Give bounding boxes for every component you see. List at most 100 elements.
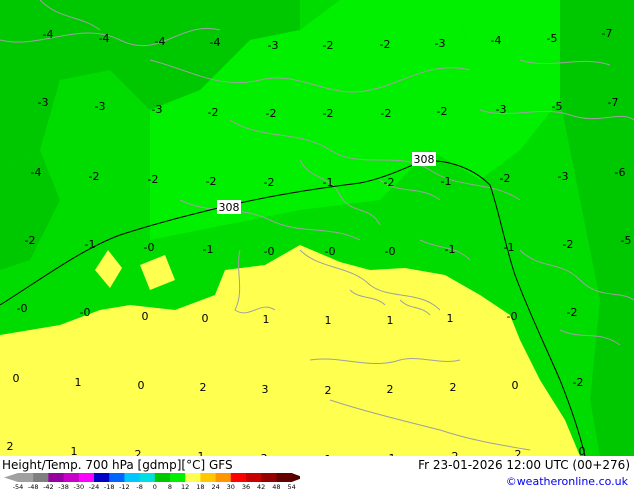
temp-label: -2 <box>264 176 275 189</box>
colorbar-tick-label: 54 <box>287 483 295 490</box>
temp-label: -0 <box>144 241 155 254</box>
colorbar-tick-label: 30 <box>227 483 235 490</box>
temp-label: -2 <box>500 172 511 185</box>
contour-label-1: 308 <box>219 201 240 214</box>
temp-label: -1 <box>85 238 96 251</box>
temp-label: -0 <box>80 306 91 319</box>
colorbar-swatch <box>124 473 141 482</box>
colorbar-tick-label: -30 <box>73 483 84 490</box>
temp-label: -2 <box>380 38 391 51</box>
temp-label: -4 <box>43 28 54 41</box>
colorbar-swatch <box>63 473 80 482</box>
temp-label: -2 <box>384 176 395 189</box>
temp-label: -2 <box>25 234 36 247</box>
contour-label-2: 308 <box>414 153 435 166</box>
colorbar-tick-label: -8 <box>136 483 142 490</box>
temp-label: -5 <box>621 234 632 247</box>
temp-label: -3 <box>496 103 507 116</box>
colorbar-swatch <box>230 473 247 482</box>
colorbar-tick-label: -48 <box>28 483 39 490</box>
temp-label: -3 <box>95 100 106 113</box>
colorbar-arrow-right <box>291 473 300 482</box>
colorbar-tick-label: -12 <box>119 483 130 490</box>
temp-label: 2 <box>200 381 207 394</box>
colorbar-tick-label: -18 <box>104 483 115 490</box>
colorbar-tick-label: -38 <box>58 483 69 490</box>
colorbar-tick-label: 18 <box>196 483 204 490</box>
credit-link[interactable]: ©weatheronline.co.uk <box>506 475 628 488</box>
temp-label: 2 <box>387 383 394 396</box>
temp-label: -2 <box>323 39 334 52</box>
colorbar-swatch <box>246 473 262 482</box>
colorbar-swatch <box>139 473 156 482</box>
temp-label: -5 <box>552 100 563 113</box>
temp-label: -4 <box>491 34 502 47</box>
temp-label: -0 <box>325 245 336 258</box>
temp-label: 1 <box>71 445 78 456</box>
footer-bar: Height/Temp. 700 hPa [gdmp][°C] GFS Fr 2… <box>0 456 634 490</box>
temp-label: -3 <box>435 37 446 50</box>
temp-label: -1 <box>441 175 452 188</box>
temp-label: -0 <box>264 245 275 258</box>
temp-label: 1 <box>325 314 332 327</box>
temp-label: -0 <box>385 245 396 258</box>
colorbar-swatch <box>18 473 34 482</box>
temp-label: 2 <box>325 384 332 397</box>
map-title: Height/Temp. 700 hPa [gdmp][°C] GFS <box>2 458 233 472</box>
colorbar-tick-label: -42 <box>43 483 54 490</box>
colorbar-swatch <box>276 473 293 482</box>
temp-label: -5 <box>547 32 558 45</box>
colorbar-swatch <box>78 473 95 482</box>
temp-label: 0 <box>202 312 209 325</box>
temp-label: 0 <box>142 310 149 323</box>
colorbar-tick-label: -54 <box>13 483 24 490</box>
temp-label: -2 <box>567 306 578 319</box>
temp-label: -2 <box>266 107 277 120</box>
weather-map: 308 308 -4 -4 -4 -4 -3 -2 -2 -3 -4 -5 -7… <box>0 0 634 456</box>
temp-label: -3 <box>38 96 49 109</box>
temp-label: -4 <box>99 32 110 45</box>
temp-label: -4 <box>31 166 42 179</box>
temp-label: -1 <box>445 243 456 256</box>
map-svg: 308 308 -4 -4 -4 -4 -3 -2 -2 -3 -4 -5 -7… <box>0 0 634 456</box>
colorbar-swatch <box>185 473 201 482</box>
temp-label: -2 <box>206 175 217 188</box>
temp-label: 2 <box>450 381 457 394</box>
temp-label: 1 <box>263 313 270 326</box>
colorbar-swatch <box>109 473 125 482</box>
temp-label: -1 <box>504 241 515 254</box>
colorbar-swatch <box>170 473 186 482</box>
temp-label: -1 <box>323 176 334 189</box>
temp-label: 1 <box>387 314 394 327</box>
temp-label: -2 <box>573 376 584 389</box>
temp-label: 0 <box>13 372 20 385</box>
temp-label: 1 <box>75 376 82 389</box>
temp-label: -2 <box>89 170 100 183</box>
temp-label: 2 <box>135 448 142 456</box>
temp-label: -4 <box>210 36 221 49</box>
temp-label: 2 <box>515 448 522 456</box>
colorbar-swatch <box>215 473 232 482</box>
temp-label: -2 <box>563 238 574 251</box>
temp-label: 0 <box>138 379 145 392</box>
temp-label: -6 <box>615 166 626 179</box>
colorbar-swatch <box>154 473 171 482</box>
colorbar-swatch <box>200 473 217 482</box>
temp-label: -3 <box>268 39 279 52</box>
colorbar-tick-label: 12 <box>181 483 189 490</box>
colorbar-swatch <box>48 473 65 482</box>
colorbar-swatch <box>94 473 110 482</box>
temp-label: -2 <box>381 107 392 120</box>
temp-label: -4 <box>155 35 166 48</box>
temp-label: -1 <box>203 243 214 256</box>
temp-label: -0 <box>507 310 518 323</box>
temp-label: -0 <box>17 302 28 315</box>
temp-label: -7 <box>608 96 619 109</box>
temp-label: 1 <box>447 312 454 325</box>
temp-label: -2 <box>437 105 448 118</box>
colorbar-tick-label: 48 <box>272 483 280 490</box>
temp-label: 3 <box>262 383 269 396</box>
forecast-time: Fr 23-01-2026 12:00 UTC (00+276) <box>418 458 630 472</box>
temp-label: -7 <box>602 27 613 40</box>
temp-label: 2 <box>7 440 14 453</box>
